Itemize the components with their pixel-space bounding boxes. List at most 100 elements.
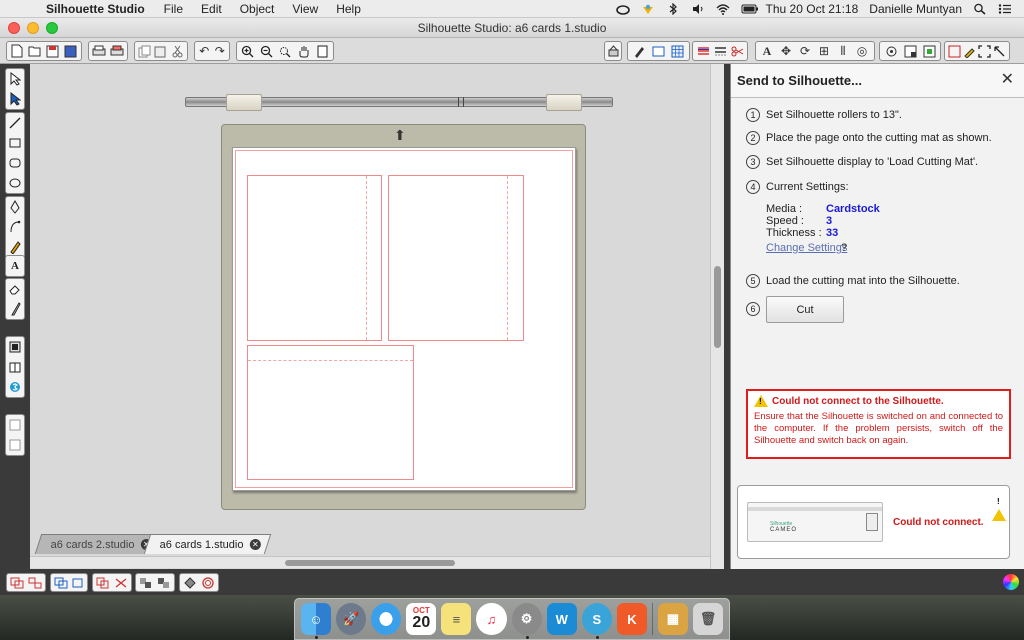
expand-icon[interactable] <box>993 42 1007 60</box>
canvas-horizontal-scrollbar[interactable] <box>30 556 710 568</box>
edit-points-icon[interactable] <box>6 89 24 109</box>
close-tab-icon[interactable]: ✕ <box>249 539 261 550</box>
system-preferences-icon[interactable]: ⚙ <box>511 603 542 639</box>
safari-icon[interactable] <box>371 603 402 635</box>
pen-icon[interactable] <box>962 42 976 60</box>
fill-bucket-icon[interactable] <box>182 575 198 591</box>
send-to-back-icon[interactable] <box>156 575 172 591</box>
scrollbar-thumb[interactable] <box>714 266 721 348</box>
menu-view[interactable]: View <box>283 2 327 16</box>
menubar-user[interactable]: Danielle Muntyan <box>869 2 962 16</box>
grid-icon[interactable] <box>668 42 686 60</box>
itunes-icon[interactable]: ♫ <box>476 603 507 635</box>
sketch-icon[interactable] <box>920 42 938 60</box>
wifi-icon[interactable] <box>716 3 730 15</box>
design-page-icon[interactable] <box>630 42 648 60</box>
page-setup-icon[interactable] <box>649 42 667 60</box>
select-tool-icon[interactable] <box>6 69 24 89</box>
group-icon[interactable] <box>9 575 25 591</box>
align-icon[interactable]: ⫴ <box>834 42 852 60</box>
menu-help[interactable]: Help <box>327 2 370 16</box>
notes-icon[interactable]: ≡ <box>441 603 472 635</box>
knife-tool-icon[interactable] <box>6 299 24 319</box>
open-folder-icon[interactable] <box>27 42 44 60</box>
target-icon[interactable] <box>200 575 216 591</box>
fullscreen-icon[interactable] <box>978 42 992 60</box>
finder-icon[interactable]: ☺ <box>301 603 332 639</box>
transform-icon[interactable]: ✥ <box>777 42 795 60</box>
make-compound-path-icon[interactable] <box>53 575 68 591</box>
card-shape-1[interactable] <box>247 175 382 341</box>
curve-tool-icon[interactable] <box>6 217 24 237</box>
freehand-tool-icon[interactable] <box>6 237 24 257</box>
launchpad-icon[interactable]: 🚀 <box>336 603 367 635</box>
notification-center-icon[interactable] <box>998 3 1012 15</box>
offset-icon[interactable]: ◎ <box>853 42 871 60</box>
rectangle-tool-icon[interactable] <box>6 133 24 153</box>
calendar-icon[interactable]: OCT 20 <box>406 603 437 635</box>
gift-icon[interactable] <box>641 3 655 15</box>
silhouette-studio-icon[interactable]: S <box>581 603 612 639</box>
cut-button[interactable]: Cut <box>766 296 844 323</box>
menu-edit[interactable]: Edit <box>192 2 231 16</box>
menu-object[interactable]: Object <box>231 2 284 16</box>
delete-icon[interactable] <box>113 575 129 591</box>
keynote-icon[interactable]: K <box>616 603 647 635</box>
duplicate-icon[interactable] <box>95 575 111 591</box>
color-wheel-icon[interactable] <box>1003 574 1019 590</box>
release-compound-path-icon[interactable] <box>70 575 85 591</box>
modify-icon[interactable]: ⊞ <box>815 42 833 60</box>
split-view-top-icon[interactable] <box>6 415 24 435</box>
fill-color-icon[interactable] <box>695 42 711 60</box>
menu-file[interactable]: File <box>155 2 192 16</box>
paste-icon[interactable] <box>153 42 168 60</box>
minimize-window-button[interactable] <box>27 22 39 34</box>
close-window-button[interactable] <box>8 22 20 34</box>
new-document-icon[interactable] <box>9 42 26 60</box>
change-settings-link[interactable]: Change Settings <box>766 242 847 254</box>
page-tool-icon[interactable] <box>6 337 24 357</box>
online-store-icon[interactable] <box>6 377 24 397</box>
redo-icon[interactable]: ↷ <box>213 42 228 60</box>
trace-icon[interactable] <box>882 42 900 60</box>
card-shape-2[interactable] <box>388 175 524 341</box>
design-canvas[interactable]: ⬆ <box>30 64 710 569</box>
layers-icon[interactable] <box>901 42 919 60</box>
rounded-rectangle-tool-icon[interactable] <box>6 153 24 173</box>
fit-page-icon[interactable] <box>313 42 331 60</box>
replicate-icon[interactable]: ⟳ <box>796 42 814 60</box>
trash-icon[interactable]: 🗑 <box>692 603 724 635</box>
zoom-in-icon[interactable] <box>239 42 257 60</box>
text-style-icon[interactable]: A <box>758 42 776 60</box>
bluetooth-icon[interactable] <box>666 2 680 15</box>
ungroup-icon[interactable] <box>27 575 43 591</box>
tab-a6-cards-1[interactable]: a6 cards 1.studio ✕ <box>143 534 272 554</box>
zoom-selection-icon[interactable] <box>276 42 294 60</box>
zoom-out-icon[interactable] <box>258 42 276 60</box>
text-tool-icon[interactable]: A <box>6 256 24 276</box>
app-menu[interactable]: Silhouette Studio <box>32 2 155 16</box>
registration-marks-icon[interactable] <box>947 42 961 60</box>
volume-icon[interactable] <box>691 3 705 15</box>
creative-cloud-icon[interactable] <box>615 3 630 15</box>
menubar-datetime[interactable]: Thu 20 Oct 21:18 <box>766 2 859 16</box>
eraser-tool-icon[interactable] <box>6 279 24 299</box>
pan-icon[interactable] <box>295 42 313 60</box>
cut-settings-icon[interactable] <box>729 42 745 60</box>
line-tool-icon[interactable] <box>6 113 24 133</box>
tab-a6-cards-2[interactable]: a6 cards 2.studio ✕ <box>34 534 163 554</box>
close-panel-icon[interactable]: ✕ <box>1001 72 1014 88</box>
polygon-tool-icon[interactable] <box>6 197 24 217</box>
cut-scissors-icon[interactable] <box>170 42 185 60</box>
print-cut-icon[interactable] <box>109 42 126 60</box>
save-icon[interactable] <box>45 42 62 60</box>
card-shape-3[interactable] <box>247 345 414 480</box>
page[interactable] <box>232 147 576 491</box>
ellipse-tool-icon[interactable] <box>6 173 24 193</box>
library-book-icon[interactable] <box>6 357 24 377</box>
spotlight-search-icon[interactable] <box>973 3 987 15</box>
undo-icon[interactable]: ↶ <box>197 42 212 60</box>
split-view-bottom-icon[interactable] <box>6 435 24 455</box>
copy-icon[interactable] <box>137 42 152 60</box>
zoom-window-button[interactable] <box>46 22 58 34</box>
